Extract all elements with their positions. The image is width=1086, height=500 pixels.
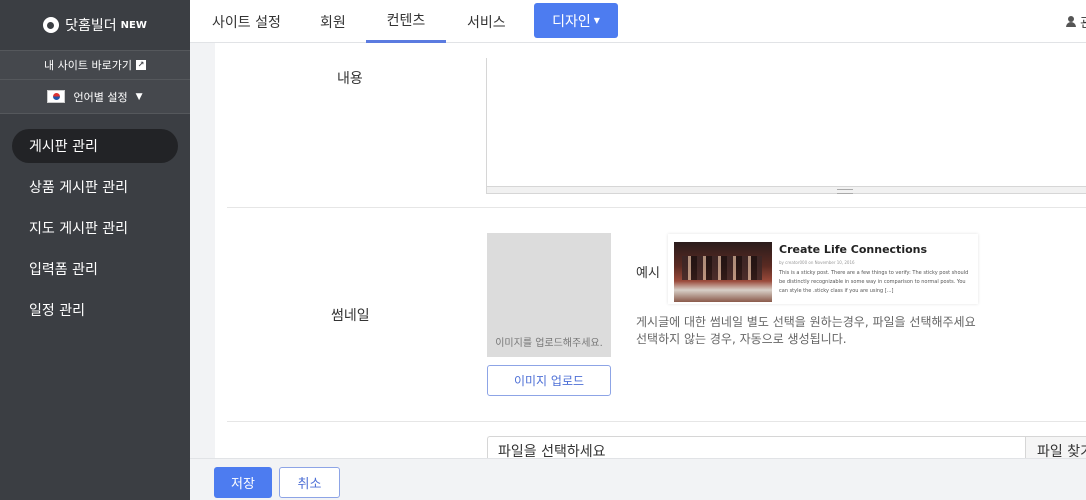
tab-contents[interactable]: 컨텐츠 [366, 0, 446, 43]
tab-site-settings[interactable]: 사이트 설정 [212, 0, 281, 43]
design-button-label: 디자인 [552, 13, 591, 30]
file-placeholder: 파일을 선택하세요 [498, 444, 606, 458]
thumbnail-placeholder: 이미지를 업로드해주세요. [495, 338, 603, 349]
example-label: 예시 [636, 266, 660, 281]
user-menu[interactable]: 관 [1066, 12, 1086, 32]
logo-badge: NEW [120, 19, 147, 31]
language-selector[interactable]: 언어별 설정 ▼ [0, 80, 190, 114]
logo[interactable]: 닷홈빌더 NEW [0, 0, 190, 51]
user-icon [1066, 16, 1076, 27]
sidebar-item-label: 일정 관리 [29, 303, 85, 319]
sidebar-item-board[interactable]: 게시판 관리 [12, 129, 178, 163]
sidebar-item-schedule[interactable]: 일정 관리 [12, 293, 178, 327]
cancel-label: 취소 [297, 477, 322, 492]
tab-members[interactable]: 회원 [320, 0, 346, 43]
description-line: 게시글에 대한 썸네일 별도 선택을 원하는경우, 파일을 선택해주세요 [636, 315, 976, 329]
sidebar-menu: 게시판 관리 상품 게시판 관리 지도 게시판 관리 입력폼 관리 일정 관리 [0, 129, 190, 327]
user-label: 관 [1080, 16, 1086, 31]
file-browse-button[interactable]: 파일 찾기 [1025, 436, 1086, 458]
content-editor[interactable] [486, 58, 1086, 194]
content-label: 내용 [337, 71, 363, 87]
caret-down-icon: ▼ [593, 16, 600, 25]
example-card: Create Life Connections by creator000 on… [668, 234, 978, 304]
example-image [674, 242, 772, 302]
editor-resize-handle[interactable] [486, 186, 1086, 194]
sidebar-item-forms[interactable]: 입력폼 관리 [12, 252, 178, 286]
caret-down-icon: ▼ [135, 91, 143, 102]
logo-icon [43, 17, 60, 33]
sidebar-item-label: 입력폼 관리 [29, 262, 98, 278]
tab-label: 컨텐츠 [386, 13, 426, 29]
sidebar-item-label: 게시판 관리 [29, 139, 98, 155]
sidebar-item-product-board[interactable]: 상품 게시판 관리 [12, 170, 178, 204]
description-line: 선택하지 않는 경우, 자동으로 생성됩니다. [636, 332, 847, 346]
file-name-field[interactable]: 파일을 선택하세요 [487, 436, 1027, 458]
divider [227, 421, 1086, 422]
my-site-link-label: 내 사이트 바로가기 [44, 59, 132, 72]
file-button-label: 파일 찾기 [1037, 444, 1086, 458]
example-title: Create Life Connections [779, 243, 928, 256]
sidebar-item-label: 상품 게시판 관리 [29, 180, 129, 196]
tab-label: 서비스 [467, 14, 506, 31]
cancel-button[interactable]: 취소 [279, 467, 340, 498]
thumbnail-description: 게시글에 대한 썸네일 별도 선택을 원하는경우, 파일을 선택해주세요 선택하… [636, 314, 976, 348]
tab-label: 회원 [320, 14, 346, 31]
upload-button-label: 이미지 업로드 [513, 374, 585, 388]
divider [227, 207, 1086, 208]
save-label: 저장 [231, 477, 255, 492]
tab-services[interactable]: 서비스 [467, 0, 506, 43]
logo-text: 닷홈빌더 [65, 18, 117, 34]
image-upload-button[interactable]: 이미지 업로드 [487, 365, 611, 396]
design-dropdown-button[interactable]: 디자인 ▼ [534, 3, 618, 38]
tab-label: 사이트 설정 [212, 14, 281, 31]
external-link-icon: ↗ [135, 60, 146, 70]
top-nav: 사이트 설정 회원 컨텐츠 서비스 디자인 ▼ 관 [190, 0, 1086, 43]
sidebar-item-map-board[interactable]: 지도 게시판 관리 [12, 211, 178, 245]
example-meta: by creator000 on November 10, 2016 [779, 260, 855, 265]
sidebar: 닷홈빌더 NEW 내 사이트 바로가기 ↗ 언어별 설정 ▼ 게시판 관리 상품… [0, 0, 190, 500]
my-site-link[interactable]: 내 사이트 바로가기 ↗ [0, 51, 190, 80]
example-text: This is a sticky post. There are a few t… [779, 270, 969, 294]
thumbnail-label: 썸네일 [331, 308, 370, 324]
language-label: 언어별 설정 [73, 90, 128, 104]
thumbnail-preview: 이미지를 업로드해주세요. [487, 233, 611, 357]
content-panel: 내용 썸네일 이미지를 업로드해주세요. 이미지 업로드 예시 Create L… [215, 43, 1086, 458]
save-button[interactable]: 저장 [214, 467, 272, 498]
korea-flag-icon [47, 90, 66, 103]
action-bar: 저장 취소 [190, 458, 1086, 500]
sidebar-item-label: 지도 게시판 관리 [29, 221, 129, 237]
